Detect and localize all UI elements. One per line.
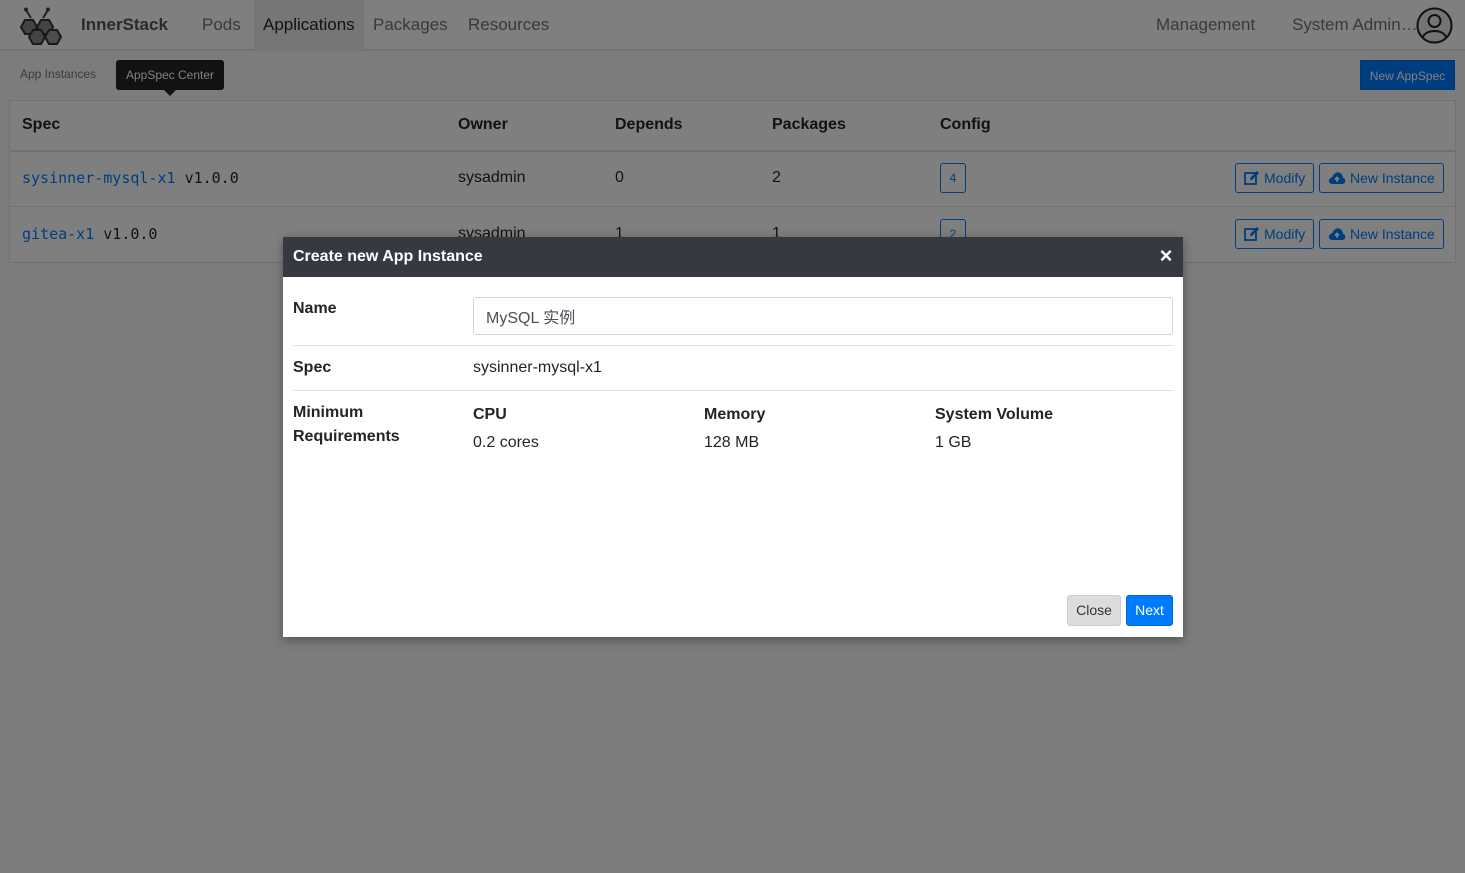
spec-label: Spec (293, 359, 332, 376)
close-button[interactable]: Close (1067, 595, 1121, 626)
requirements-label-line2: Requirements (293, 428, 400, 445)
cpu-label: CPU (473, 406, 507, 423)
modal-title: Create new App Instance (293, 248, 483, 265)
modal-header: Create new App Instance × (283, 237, 1183, 277)
name-input[interactable] (473, 297, 1173, 335)
cpu-value: 0.2 cores (473, 434, 539, 451)
spec-value: sysinner-mysql-x1 (473, 359, 602, 376)
create-app-instance-modal: Create new App Instance × Name Spec sysi… (283, 237, 1183, 637)
divider (293, 345, 1173, 346)
system-volume-value: 1 GB (935, 434, 972, 451)
memory-value: 128 MB (704, 434, 760, 451)
close-icon[interactable]: × (1156, 245, 1176, 268)
name-label: Name (293, 300, 337, 317)
memory-label: Memory (704, 406, 766, 423)
next-button[interactable]: Next (1126, 595, 1173, 626)
requirements-label-line1: Minimum (293, 404, 364, 421)
system-volume-label: System Volume (935, 406, 1053, 423)
divider (293, 390, 1173, 391)
